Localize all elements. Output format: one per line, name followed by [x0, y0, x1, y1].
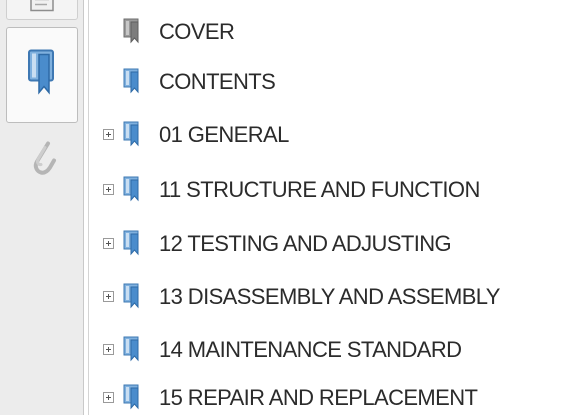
bookmark-page-icon: [123, 18, 143, 44]
expand-icon[interactable]: [103, 392, 114, 403]
bookmark-page-icon: [123, 336, 143, 362]
expand-icon[interactable]: [103, 344, 114, 355]
bookmark-item-12-testing-and-adjusting[interactable]: 12 TESTING AND ADJUSTING: [89, 222, 576, 266]
bookmark-label: 01 GENERAL: [159, 122, 289, 147]
page-thumbnails-icon: [27, 0, 57, 18]
expand-icon[interactable]: [103, 291, 114, 302]
attachments-button[interactable]: [6, 130, 78, 190]
bookmark-item-contents[interactable]: CONTENTS: [89, 60, 576, 104]
page-thumbnails-button[interactable]: [6, 0, 78, 20]
bookmark-label: 11 STRUCTURE AND FUNCTION: [159, 177, 480, 202]
bookmark-page-icon: [123, 283, 143, 309]
bookmark-label: 13 DISASSEMBLY AND ASSEMBLY: [159, 284, 500, 309]
bookmark-item-cover[interactable]: COVER: [89, 10, 576, 54]
bookmark-item-13-disassembly-and-assembly[interactable]: 13 DISASSEMBLY AND ASSEMBLY: [89, 275, 576, 319]
bookmark-item-11-structure-and-function[interactable]: 11 STRUCTURE AND FUNCTION: [89, 168, 576, 212]
bookmark-page-icon: [123, 176, 143, 202]
bookmarks-panel: COVER CONTENTS 01 GENERAL 11 STRUCTURE A…: [88, 0, 576, 415]
bookmark-page-icon: [123, 68, 143, 94]
bookmarks-icon: [25, 49, 59, 102]
bookmark-page-icon: [123, 121, 143, 147]
bookmark-page-icon: [123, 384, 143, 410]
bookmark-label: 12 TESTING AND ADJUSTING: [159, 231, 452, 256]
expand-icon[interactable]: [103, 184, 114, 195]
expand-icon[interactable]: [103, 238, 114, 249]
attachments-icon: [27, 136, 57, 185]
bookmark-item-01-general[interactable]: 01 GENERAL: [89, 113, 576, 157]
bookmark-label: COVER: [159, 19, 235, 44]
bookmark-label: 14 MAINTENANCE STANDARD: [159, 337, 462, 362]
bookmark-page-icon: [123, 230, 143, 256]
bookmark-item-15-repair-and-replacement[interactable]: 15 REPAIR AND REPLACEMENT: [89, 376, 576, 420]
bookmarks-button[interactable]: [6, 27, 78, 123]
bookmark-label: CONTENTS: [159, 69, 276, 94]
expand-icon[interactable]: [103, 129, 114, 140]
bookmark-label: 15 REPAIR AND REPLACEMENT: [159, 385, 478, 410]
bookmark-item-14-maintenance-standard[interactable]: 14 MAINTENANCE STANDARD: [89, 328, 576, 372]
navigation-pane-rail: [0, 0, 84, 415]
